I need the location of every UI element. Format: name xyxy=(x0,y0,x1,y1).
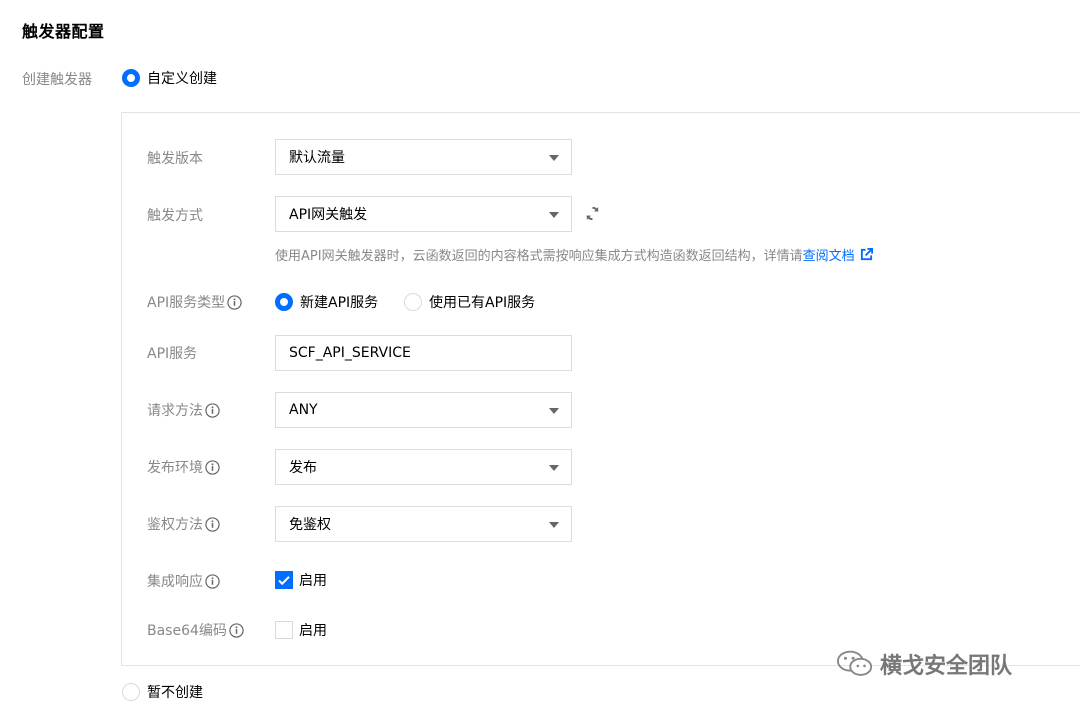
check-icon xyxy=(278,576,290,586)
radio-custom-create-indicator[interactable] xyxy=(122,69,140,87)
info-icon[interactable] xyxy=(229,622,244,638)
environment-label-text: 发布环境 xyxy=(147,460,203,476)
integration-label: 集成响应 xyxy=(147,571,220,591)
watermark: 横戈安全团队 xyxy=(836,648,1012,680)
version-select[interactable]: 默认流量 xyxy=(275,139,572,175)
wechat-icon xyxy=(836,650,873,676)
caret-down-icon xyxy=(549,155,559,161)
environment-label: 发布环境 xyxy=(147,457,220,477)
integration-checkbox-row[interactable]: 启用 xyxy=(275,570,327,590)
watermark-text: 横戈安全团队 xyxy=(880,654,1013,679)
trigger-config-panel xyxy=(121,112,1080,666)
base64-checkbox[interactable] xyxy=(275,621,293,639)
radio-no-create[interactable]: 暂不创建 xyxy=(122,682,203,702)
request-method-label-text: 请求方法 xyxy=(147,403,203,419)
caret-down-icon xyxy=(549,522,559,528)
base64-label: Base64编码 xyxy=(147,620,244,640)
radio-existing-api-service[interactable]: 使用已有API服务 xyxy=(404,292,535,312)
docs-link[interactable]: 查阅文档 xyxy=(803,245,855,264)
radio-new-api-service-indicator[interactable] xyxy=(275,293,293,311)
service-input[interactable]: SCF_API_SERVICE xyxy=(275,335,572,371)
integration-checkbox[interactable] xyxy=(275,571,293,589)
service-label-text: API服务 xyxy=(147,346,198,362)
service-type-label-text: API服务类型 xyxy=(147,295,226,311)
radio-new-api-service-label: 新建API服务 xyxy=(300,295,379,311)
version-label: 触发版本 xyxy=(147,148,203,168)
radio-existing-api-service-label: 使用已有API服务 xyxy=(429,295,536,311)
method-select-value: API网关触发 xyxy=(289,207,368,223)
info-icon[interactable] xyxy=(205,402,220,418)
refresh-icon[interactable] xyxy=(584,205,601,222)
radio-new-api-service[interactable]: 新建API服务 xyxy=(275,292,378,312)
method-select[interactable]: API网关触发 xyxy=(275,196,572,232)
method-label: 触发方式 xyxy=(147,205,203,225)
method-label-text: 触发方式 xyxy=(147,208,203,224)
request-method-select[interactable]: ANY xyxy=(275,392,572,428)
info-icon[interactable] xyxy=(205,516,220,532)
auth-label: 鉴权方法 xyxy=(147,514,220,534)
auth-select-value: 免鉴权 xyxy=(289,517,331,533)
caret-down-icon xyxy=(549,408,559,414)
service-label: API服务 xyxy=(147,343,197,363)
radio-no-create-label: 暂不创建 xyxy=(147,685,203,701)
integration-checkbox-label: 启用 xyxy=(299,573,327,589)
radio-existing-api-service-indicator[interactable] xyxy=(404,293,422,311)
auth-select[interactable]: 免鉴权 xyxy=(275,506,572,542)
caret-down-icon xyxy=(549,212,559,218)
info-icon[interactable] xyxy=(205,459,220,475)
caret-down-icon xyxy=(549,465,559,471)
environment-select-value: 发布 xyxy=(289,460,317,476)
integration-label-text: 集成响应 xyxy=(147,574,203,590)
radio-no-create-indicator[interactable] xyxy=(122,683,140,701)
help-text-body: 使用API网关触发器时，云函数返回的内容格式需按响应集成方式构造函数返回结构，详… xyxy=(275,249,803,264)
base64-checkbox-row[interactable]: 启用 xyxy=(275,620,327,640)
base64-checkbox-label: 启用 xyxy=(299,623,327,639)
auth-label-text: 鉴权方法 xyxy=(147,517,203,533)
base64-label-text: Base64编码 xyxy=(147,623,227,639)
info-icon[interactable] xyxy=(205,573,220,589)
info-icon[interactable] xyxy=(227,294,242,310)
service-type-label: API服务类型 xyxy=(147,292,242,312)
radio-custom-create[interactable]: 自定义创建 xyxy=(122,68,217,88)
section-title: 触发器配置 xyxy=(22,22,105,41)
method-help-text: 使用API网关触发器时，云函数返回的内容格式需按响应集成方式构造函数返回结构，详… xyxy=(275,245,873,264)
create-trigger-label: 创建触发器 xyxy=(22,72,92,88)
radio-custom-create-label: 自定义创建 xyxy=(147,71,217,87)
environment-select[interactable]: 发布 xyxy=(275,449,572,485)
request-method-label: 请求方法 xyxy=(147,400,220,420)
version-label-text: 触发版本 xyxy=(147,151,203,167)
service-input-value: SCF_API_SERVICE xyxy=(289,345,411,361)
request-method-select-value: ANY xyxy=(289,402,318,418)
external-link-icon[interactable] xyxy=(860,248,873,261)
version-select-value: 默认流量 xyxy=(289,150,345,166)
